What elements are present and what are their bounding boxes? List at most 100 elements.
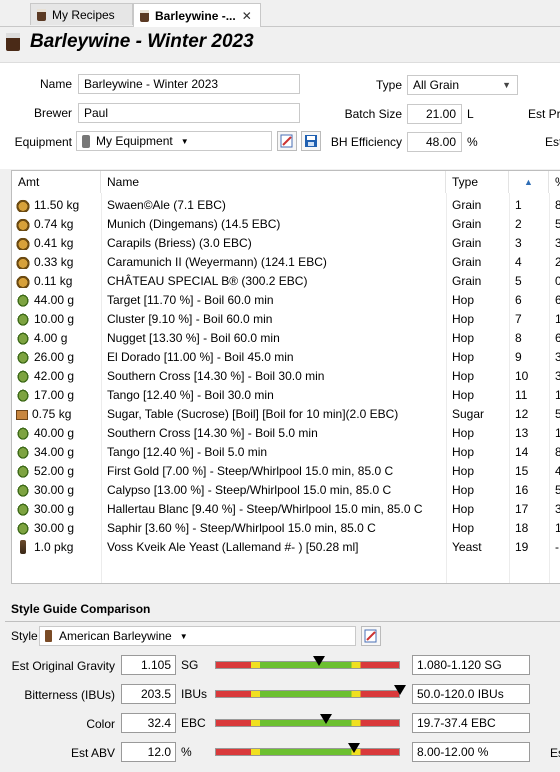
chevron-down-icon: ▼ <box>180 136 189 146</box>
column-header-order[interactable]: ▲ <box>509 171 549 193</box>
amount-value: 30.00 g <box>34 501 75 516</box>
column-divider <box>446 193 447 583</box>
range-bar <box>215 661 400 669</box>
column-header-percent[interactable]: % <box>549 171 560 193</box>
amount-value: 10.00 g <box>34 311 75 326</box>
table-row[interactable]: 0.74 kg Munich (Dingemans) (14.5 EBC) Grai… <box>12 214 560 233</box>
table-row[interactable]: 0.33 kg Caramunich II (Weyermann) (124.1 … <box>12 252 560 271</box>
close-icon[interactable]: ✕ <box>242 9 252 23</box>
est-label: Est <box>545 135 560 149</box>
metric-range: 1.080-1.120 SG <box>412 655 530 675</box>
table-row[interactable]: 26.00 g El Dorado [11.00 %] - Boil 45.0 m… <box>12 347 560 366</box>
type-cell: Grain <box>452 216 482 231</box>
brewer-field[interactable]: Paul <box>78 103 300 123</box>
bh-efficiency-field[interactable]: 48.00 <box>407 132 462 152</box>
amount-value: 0.11 kg <box>34 273 73 288</box>
range-bar <box>215 748 400 756</box>
table-row[interactable]: 4.00 g Nugget [13.30 %] - Boil 60.0 min Ho… <box>12 328 560 347</box>
amount-value: 40.00 g <box>34 425 75 440</box>
table-row[interactable]: 0.41 kg Carapils (Briess) (3.0 EBC) Grain 3… <box>12 233 560 252</box>
amount-cell: 4.00 g <box>16 328 101 347</box>
amount-value: 0.41 kg <box>34 235 74 250</box>
percent-cell: 5 <box>555 404 560 423</box>
name-cell: First Gold [7.00 %] - Steep/Whirlpool 15… <box>107 463 394 478</box>
metric-unit: % <box>181 745 192 759</box>
amount-value: 44.00 g <box>34 292 75 307</box>
grain-icon <box>16 235 30 250</box>
table-row[interactable]: 1.0 pkg Voss Kveik Ale Yeast (Lallemand #… <box>12 537 560 556</box>
type-cell: Grain <box>452 197 482 212</box>
table-row[interactable]: 30.00 g Calypso [13.00 %] - Steep/Whirlpo… <box>12 480 560 499</box>
table-row[interactable]: 30.00 g Hallertau Blanc [9.40 %] - Steep/… <box>12 499 560 518</box>
metric-range: 8.00-12.00 % <box>412 742 530 762</box>
table-row[interactable]: 44.00 g Target [11.70 %] - Boil 60.0 min H… <box>12 290 560 309</box>
column-header-type[interactable]: Type <box>446 171 509 193</box>
table-row[interactable]: 40.00 g Southern Cross [14.30 %] - Boil 5… <box>12 423 560 442</box>
order-cell: 2 <box>515 216 522 231</box>
style-select[interactable]: American Barleywine ▼ <box>39 626 356 646</box>
amount-cell: 0.74 kg <box>16 214 101 233</box>
hop-icon <box>16 292 30 307</box>
tab-my-recipes[interactable]: My Recipes <box>30 3 133 25</box>
amount-value: 34.00 g <box>34 444 75 459</box>
amount-cell: 0.33 kg <box>16 252 101 271</box>
batch-size-unit: L <box>467 107 474 121</box>
amount-cell: 17.00 g <box>16 385 101 404</box>
save-equipment-button[interactable] <box>301 131 321 151</box>
name-cell: Carapils (Briess) (3.0 EBC) <box>107 235 252 250</box>
value-marker-icon <box>348 743 360 753</box>
table-row[interactable]: 11.50 kg Swaen©Ale (7.1 EBC) Grain 1 8 <box>12 195 560 214</box>
edit-style-button[interactable] <box>361 626 381 646</box>
table-row[interactable]: 42.00 g Southern Cross [14.30 %] - Boil 3… <box>12 366 560 385</box>
hop-icon <box>16 311 30 326</box>
tab-label: Barleywine -... <box>155 8 236 23</box>
table-row[interactable]: 0.11 kg CHÂTEAU SPECIAL B® (300.2 EBC) Gra… <box>12 271 560 290</box>
table-row[interactable]: 52.00 g First Gold [7.00 %] - Steep/Whirl… <box>12 461 560 480</box>
edit-equipment-button[interactable] <box>277 131 297 151</box>
table-row[interactable]: 0.75 kg Sugar, Table (Sucrose) [Boil] [Bo… <box>12 404 560 423</box>
table-row[interactable]: 10.00 g Cluster [9.10 %] - Boil 60.0 min H… <box>12 309 560 328</box>
batch-size-field[interactable]: 21.00 <box>407 104 462 124</box>
percent-cell: 5 <box>555 480 560 499</box>
style-value: American Barleywine <box>59 629 172 643</box>
amount-value: 42.00 g <box>34 368 75 383</box>
name-cell: Nugget [13.30 %] - Boil 60.0 min <box>107 330 280 345</box>
beer-glass-icon <box>6 33 20 51</box>
column-header-name[interactable]: Name <box>101 171 446 193</box>
type-value: All Grain <box>413 78 460 92</box>
type-cell: Hop <box>452 520 475 535</box>
type-cell: Grain <box>452 273 482 288</box>
order-cell: 13 <box>515 425 529 440</box>
type-select[interactable]: All Grain ▼ <box>407 75 518 95</box>
order-cell: 18 <box>515 520 529 535</box>
table-row[interactable]: 30.00 g Saphir [3.60 %] - Steep/Whirlpool… <box>12 518 560 537</box>
value-marker-icon <box>394 685 406 695</box>
equipment-select[interactable]: My Equipment ▼ <box>76 131 272 151</box>
name-field[interactable]: Barleywine - Winter 2023 <box>78 74 300 94</box>
name-cell: CHÂTEAU SPECIAL B® (300.2 EBC) <box>107 273 308 288</box>
metric-value: 1.105 <box>121 655 176 675</box>
column-header-amt[interactable]: Amt <box>12 171 101 193</box>
order-cell: 3 <box>515 235 522 250</box>
amount-cell: 11.50 kg <box>16 195 101 214</box>
percent-cell: 6 <box>555 328 560 347</box>
table-row[interactable]: 17.00 g Tango [12.40 %] - Boil 30.0 min Ho… <box>12 385 560 404</box>
amount-cell: 52.00 g <box>16 461 101 480</box>
grain-icon <box>16 197 30 212</box>
type-cell: Grain <box>452 254 482 269</box>
amount-value: 4.00 g <box>34 330 68 345</box>
amount-value: 11.50 kg <box>34 197 80 212</box>
amount-value: 30.00 g <box>34 482 75 497</box>
order-cell: 8 <box>515 330 522 345</box>
type-cell: Hop <box>452 444 475 459</box>
tab-barleywine[interactable]: Barleywine -... ✕ <box>133 3 261 27</box>
metric-label: Est Original Gravity <box>11 659 115 673</box>
metric-label: Est ABV <box>70 746 115 760</box>
metric-range: 19.7-37.4 EBC <box>412 713 530 733</box>
hop-icon <box>16 520 30 535</box>
brewer-label: Brewer <box>33 106 72 120</box>
hop-icon <box>16 349 30 364</box>
amount-value: 0.75 kg <box>32 406 72 421</box>
order-cell: 9 <box>515 349 522 364</box>
table-row[interactable]: 34.00 g Tango [12.40 %] - Boil 5.0 min Hop… <box>12 442 560 461</box>
